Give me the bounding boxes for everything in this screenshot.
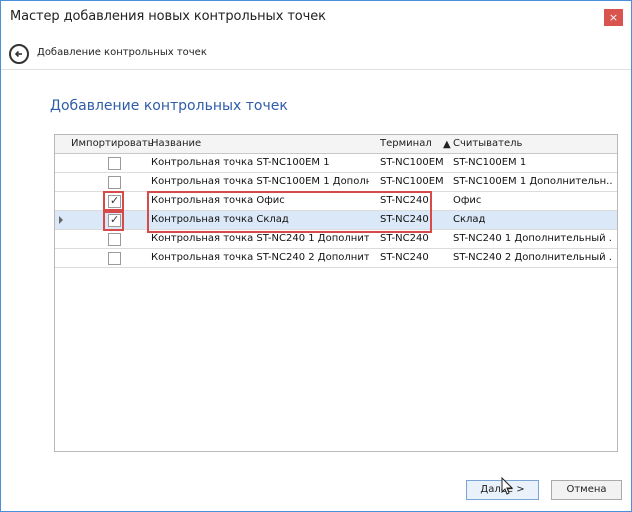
import-checkbox[interactable] <box>108 176 121 189</box>
row-reader: Склад <box>453 214 486 225</box>
page-heading: Добавление контрольных точек <box>50 98 288 114</box>
close-icon[interactable]: × <box>604 9 623 26</box>
row-terminal: ST-NC100EM <box>380 176 444 187</box>
table-row[interactable]: Контрольная точка ST-NC100EM 1 ST-NC100E… <box>55 154 617 173</box>
title-bar: Мастер добавления новых контрольных точе… <box>1 1 631 33</box>
row-reader: ST-NC240 1 Дополнительный ... <box>453 233 613 244</box>
checkpoints-table: Импортировать Название Терминал ▲ Считыв… <box>54 134 618 452</box>
current-row-indicator-icon <box>59 216 63 224</box>
cancel-button[interactable]: Отмена <box>551 480 622 500</box>
sort-asc-icon: ▲ <box>443 139 451 150</box>
row-name: Контрольная точка ST-NC100EM 1 Дополн... <box>151 176 369 187</box>
row-name: Контрольная точка ST-NC240 1 Дополните..… <box>151 233 369 244</box>
wizard-window: Мастер добавления новых контрольных точе… <box>0 0 632 512</box>
import-checkbox[interactable] <box>108 252 121 265</box>
window-title: Мастер добавления новых контрольных точе… <box>10 9 326 24</box>
col-reader-header[interactable]: Считыватель <box>453 138 522 149</box>
col-import-header[interactable]: Импортировать <box>71 138 154 149</box>
row-reader: Офис <box>453 195 482 206</box>
row-name: Контрольная точка ST-NC100EM 1 <box>151 157 330 168</box>
highlight-box <box>103 211 124 231</box>
back-arrow-icon[interactable] <box>9 44 29 64</box>
table-row[interactable]: Контрольная точка ST-NC240 2 Дополните..… <box>55 249 617 268</box>
row-reader: ST-NC100EM 1 Дополнительн... <box>453 176 613 187</box>
row-terminal: ST-NC240 <box>380 252 429 263</box>
row-terminal: ST-NC240 <box>380 233 429 244</box>
import-checkbox[interactable] <box>108 233 121 246</box>
import-checkbox[interactable] <box>108 157 121 170</box>
table-row[interactable]: Контрольная точка ST-NC100EM 1 Дополн...… <box>55 173 617 192</box>
back-arrow-svg <box>14 50 22 58</box>
col-terminal-header[interactable]: Терминал <box>380 138 432 149</box>
row-name: Контрольная точка ST-NC240 2 Дополните..… <box>151 252 369 263</box>
row-terminal: ST-NC100EM <box>380 157 444 168</box>
row-reader: ST-NC240 2 Дополнительный ... <box>453 252 613 263</box>
nav-title: Добавление контрольных точек <box>37 47 207 58</box>
table-header: Импортировать Название Терминал ▲ Считыв… <box>55 135 617 154</box>
highlight-box <box>147 191 432 233</box>
mouse-cursor-icon <box>501 477 514 495</box>
wizard-nav: Добавление контрольных точек <box>1 39 631 70</box>
row-reader: ST-NC100EM 1 <box>453 157 527 168</box>
col-name-header[interactable]: Название <box>151 138 201 149</box>
highlight-box <box>103 191 124 211</box>
